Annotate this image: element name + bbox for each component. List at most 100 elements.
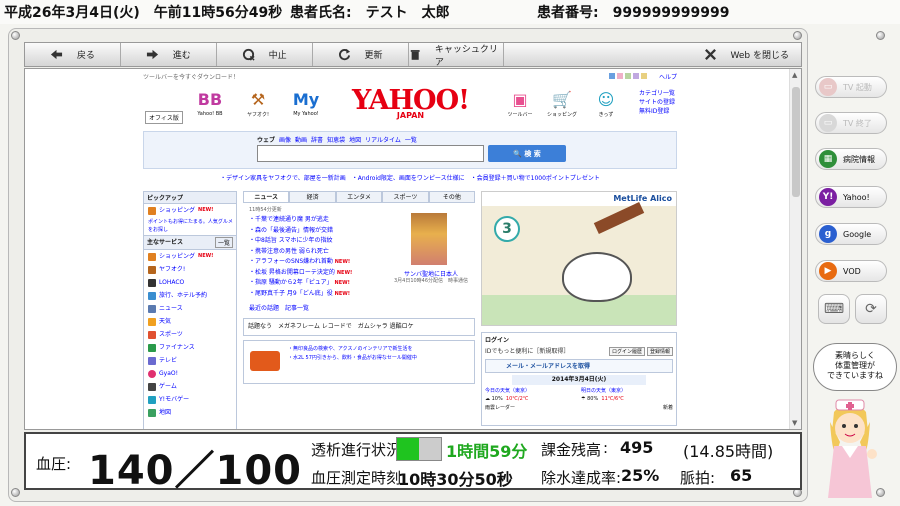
back-button[interactable]: 戻る	[25, 43, 121, 66]
sofa-image	[250, 351, 280, 371]
tab-entertainment[interactable]: エンタメ	[335, 191, 383, 202]
hospital-info-button[interactable]: ▦ 病院情報	[815, 148, 887, 170]
new-arrival-link[interactable]: 新着	[663, 404, 673, 411]
promo-line[interactable]: ・デザイン家具をヤフオクで、部屋を一新計画 ・Android限定、画面をワンピー…	[143, 173, 677, 182]
mail-link[interactable]: メール・メールアドレスを取得	[485, 359, 673, 373]
toolbar-link[interactable]: ▣ ツールバー	[501, 89, 539, 118]
shopping-icon	[148, 206, 156, 215]
tab-web[interactable]: ウェブ	[257, 135, 275, 144]
sidebar-item-news[interactable]: ニュース	[144, 302, 236, 315]
topic-banner[interactable]: 話題なう メガネフレーム レコードで ガムシャラ 過酷ロケ	[243, 318, 475, 336]
shopping-link[interactable]: 🛒 ショッピング	[543, 89, 581, 118]
my-yahoo-link[interactable]: My My Yahoo!	[287, 89, 325, 117]
sidebar-item-sports[interactable]: スポーツ	[144, 328, 236, 341]
sidebar-item-mobage[interactable]: Y!モバゲー	[144, 393, 236, 406]
stop-button[interactable]: 中止	[217, 43, 313, 66]
search-button[interactable]: 🔍 検 索	[488, 145, 566, 162]
charge-value: 495	[620, 438, 654, 457]
theme-swatches[interactable]	[609, 73, 647, 79]
category-link[interactable]: カテゴリ一覧	[639, 89, 675, 98]
clear-cache-button[interactable]: キャッシュクリア	[409, 43, 505, 68]
tab-chiebukuro[interactable]: 知恵袋	[327, 135, 345, 144]
refresh-button[interactable]: 更新	[313, 43, 409, 66]
news-column: ニュース 経済 エンタメ スポーツ その他 11時54分更新 ・千葉で連続通り魔…	[243, 191, 476, 429]
services-list-button[interactable]: 一覧	[214, 237, 233, 248]
weather-today: ☁ 10% 10℃/2℃	[485, 396, 529, 402]
vertical-scrollbar[interactable]: ▲ ▼	[789, 69, 801, 429]
scroll-up-icon[interactable]: ▲	[792, 71, 797, 79]
mobage-icon	[148, 395, 156, 404]
search-input[interactable]	[257, 145, 484, 162]
news-item[interactable]: ・尾野真千子 月9「どん底」役 NEW!	[243, 289, 475, 300]
free-id-link[interactable]: 無料ID登録	[639, 107, 675, 116]
pickup-text[interactable]: ポイントもお得にたまる。人気グルメをお探し	[144, 217, 236, 235]
tab-map[interactable]: 地図	[349, 135, 361, 144]
sidebar-item-weather[interactable]: 天気	[144, 315, 236, 328]
yahoo-button[interactable]: Y! Yahoo!	[815, 186, 887, 208]
bp-label: 血圧:	[36, 455, 72, 473]
weather-today-link[interactable]: 今日の天気（東京）	[485, 387, 577, 394]
site-register-link[interactable]: サイトの登録	[639, 98, 675, 107]
account-info-button[interactable]: 登録情報	[646, 347, 673, 356]
rain-radar-link[interactable]: 雨雲レーダー	[485, 404, 515, 411]
tv-icon	[148, 356, 156, 365]
vitals-panel: 血圧: 140／100 透析進行状況: 1時間59分 課金残高 : 495 (1…	[24, 432, 802, 494]
scroll-down-icon[interactable]: ▼	[792, 419, 797, 427]
tab-list[interactable]: 一覧	[405, 135, 417, 144]
tab-other[interactable]: その他	[428, 191, 476, 202]
web-view[interactable]: ツールバーを今すぐダウンロード！ ヘルプ オフィス版 BB Yahoo! BB ⚒…	[24, 68, 802, 430]
bb-icon: BB	[197, 90, 223, 109]
yahoo-icon: Y!	[819, 188, 837, 206]
scroll-thumb[interactable]	[792, 87, 800, 197]
shopping-icon	[148, 252, 156, 261]
sidebar-item-map[interactable]: 地図	[144, 406, 236, 419]
sidebar-item-game[interactable]: ゲーム	[144, 380, 236, 393]
sidebar-item-travel[interactable]: 旅行、ホテル予約	[144, 289, 236, 302]
news-photo[interactable]	[411, 213, 447, 265]
login-title[interactable]: ログイン	[482, 333, 676, 346]
sidebar-item-auction[interactable]: ヤフオク!	[144, 263, 236, 276]
tab-realtime[interactable]: リアルタイム	[365, 135, 401, 144]
google-button[interactable]: g Google	[815, 223, 887, 245]
weather-tomorrow-link[interactable]: 明日の天気（東京）	[581, 387, 673, 394]
trash-icon	[410, 50, 420, 60]
news-footer-links[interactable]: 最近の話題 記事一覧	[243, 303, 475, 312]
sidebar-item-gyao[interactable]: GyaO!	[144, 367, 236, 380]
tab-images[interactable]: 画像	[279, 135, 291, 144]
sidebar-item-tv[interactable]: テレビ	[144, 354, 236, 367]
my-icon: My	[292, 90, 320, 109]
yahoo-logo[interactable]: YAHOO! JAPAN	[348, 87, 473, 121]
sports-icon	[148, 330, 156, 339]
nurse-character-icon	[828, 399, 877, 498]
keyboard-icon[interactable]: ⌨	[818, 294, 850, 324]
help-link[interactable]: ヘルプ	[659, 72, 677, 81]
reload-icon[interactable]: ⟳	[855, 294, 887, 324]
tab-economy[interactable]: 経済	[289, 191, 336, 202]
tab-video[interactable]: 動画	[295, 135, 307, 144]
metlife-ad[interactable]: MetLife Alico 3	[481, 191, 677, 326]
login-history-button[interactable]: ログイン履歴	[608, 347, 645, 356]
close-web-button[interactable]: Web を閉じる	[504, 43, 801, 66]
news-photo-caption[interactable]: サンバ聖地に日本人	[393, 269, 469, 278]
stop-label: 中止	[268, 51, 287, 61]
promo-banner[interactable]: ・無印良品の検索や、アクスノのインテリアで新生活を ・水2L 57円引きから、飲…	[243, 340, 475, 384]
toolbar-promo-link[interactable]: ツールバーを今すぐダウンロード！	[143, 72, 239, 81]
tab-news[interactable]: ニュース	[243, 191, 290, 202]
pickup-shopping[interactable]: ショッピング NEW!	[144, 204, 236, 217]
auction-link[interactable]: ⚒ ヤフオク!	[239, 89, 277, 118]
tv-start-button[interactable]: ▭ TV 起動	[815, 76, 887, 98]
remaining-time: 1時間59分	[446, 442, 528, 461]
yahoo-bb-link[interactable]: BB Yahoo! BB	[191, 89, 229, 117]
water-removal-value: 25%	[621, 466, 660, 485]
tab-sports[interactable]: スポーツ	[382, 191, 429, 202]
sidebar-item-finance[interactable]: ファイナンス	[144, 341, 236, 354]
sidebar-item-lohaco[interactable]: LOHACO	[144, 276, 236, 289]
forward-button[interactable]: 進む	[121, 43, 217, 66]
charge-hours: (14.85時間)	[683, 442, 774, 461]
sidebar-item-shopping[interactable]: ショッピング NEW!	[144, 250, 236, 263]
kids-link[interactable]: ☺ きっず	[587, 89, 625, 118]
vod-button[interactable]: ▶ VOD	[815, 260, 887, 282]
tv-end-button[interactable]: ▭ TV 終了	[815, 112, 887, 134]
tab-dictionary[interactable]: 辞書	[311, 135, 323, 144]
office-version-button[interactable]: オフィス版	[145, 111, 183, 124]
